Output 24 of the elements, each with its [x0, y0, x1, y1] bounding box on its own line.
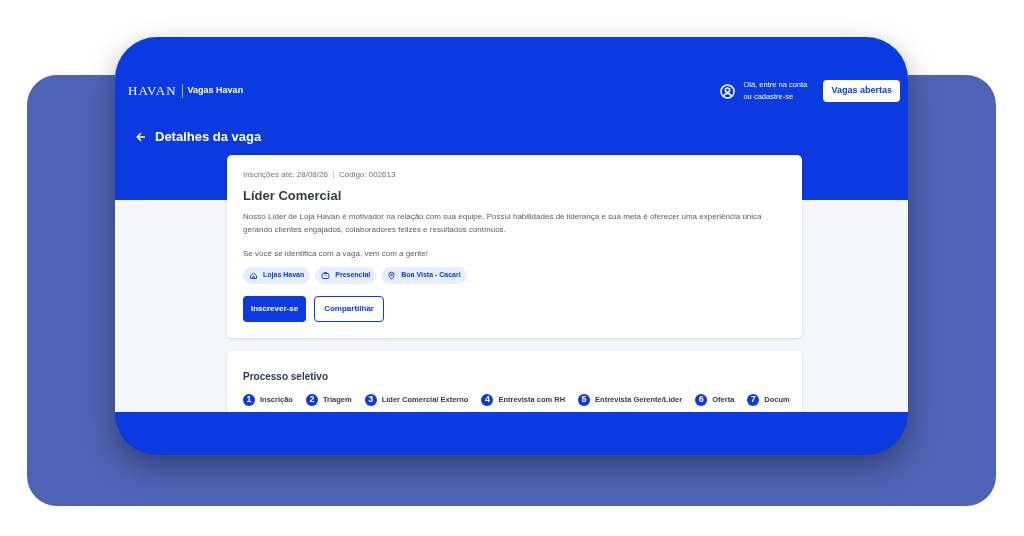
- step-number: 6: [695, 393, 708, 406]
- location-pin-icon: [387, 270, 397, 280]
- share-button[interactable]: Compartilhar: [314, 295, 384, 322]
- briefcase-icon: [321, 270, 331, 280]
- logo[interactable]: HAVAN: [128, 81, 177, 101]
- step-number: 7: [747, 393, 760, 406]
- tagline-text: Se você se identifica com a vaga, vem com a gente!: [243, 247, 429, 260]
- step-number: 3: [364, 393, 377, 406]
- apply-button[interactable]: Inscrever-se: [243, 295, 307, 322]
- step-number: 2: [305, 393, 318, 406]
- deadline-text: Inscrições até: 28/08/26: [243, 169, 328, 181]
- back-arrow-icon[interactable]: [136, 131, 146, 142]
- job-code: Código: 002613: [338, 169, 396, 181]
- section-title: Processo seletivo: [243, 369, 330, 384]
- site-name: Vagas Havan: [187, 84, 244, 98]
- job-title: Líder Comercial: [243, 187, 343, 205]
- store-icon: [249, 270, 258, 280]
- job-description: Nosso Líder de Loja Havan é motivador na relação com sua equipe. Possui habilidades de liderança e sua meta é oferecer uma experiência única gerando clientes engajados, colaboradores felizes e resultados contínuos.: [243, 210, 763, 236]
- step-number: 1: [243, 393, 255, 406]
- open-jobs-button[interactable]: Vagas abertas: [823, 80, 900, 102]
- page-title: Detalhes da vaga: [155, 128, 262, 146]
- user-icon[interactable]: [720, 83, 736, 99]
- step-number: 5: [578, 393, 591, 406]
- step-number: 4: [481, 393, 494, 406]
